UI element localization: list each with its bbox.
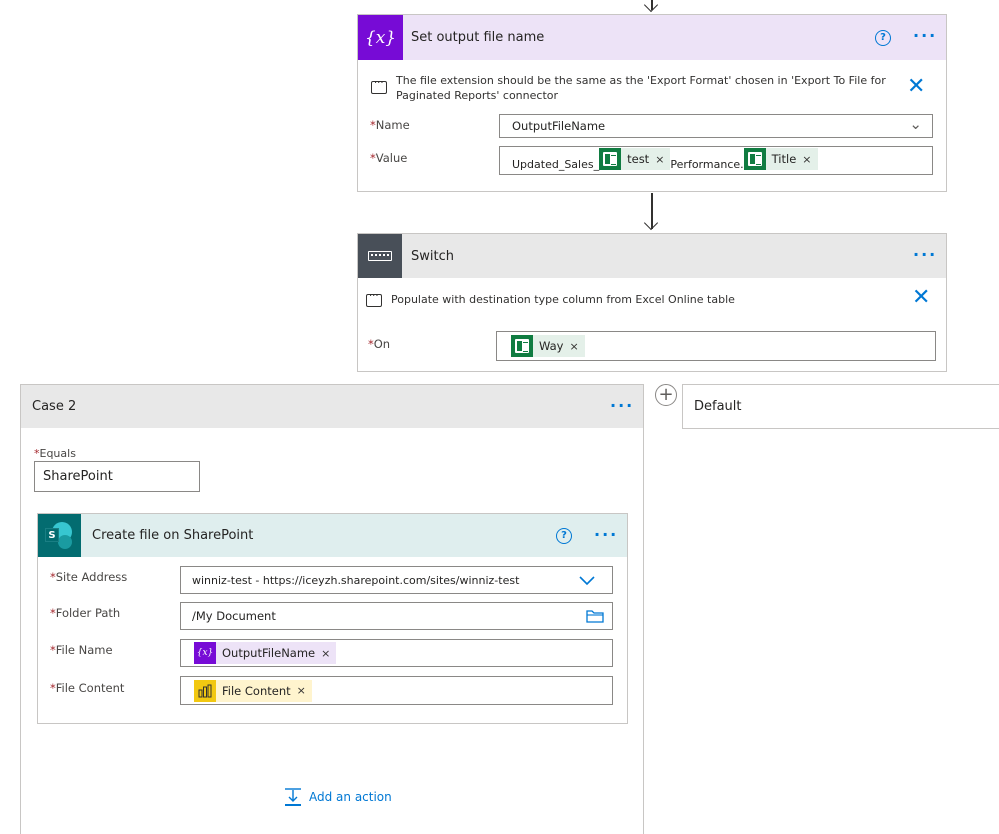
variable-icon-text: {x}: [364, 27, 397, 48]
file-name-label: *File Name: [50, 643, 113, 657]
add-action-button[interactable]: Add an action: [283, 787, 392, 807]
on-field[interactable]: Way ×: [496, 331, 936, 361]
comment-text: The file extension should be the same as…: [396, 74, 886, 102]
excel-icon: [511, 335, 533, 357]
chevron-down-icon: ⌄: [909, 115, 922, 133]
comment-icon: [371, 78, 387, 94]
excel-icon: [599, 148, 622, 170]
value-field[interactable]: Updated_Sales_ test × Performance. Title…: [499, 146, 933, 175]
remove-token-icon[interactable]: ×: [655, 153, 664, 166]
case-2-header[interactable]: Case 2: [21, 385, 643, 428]
name-label: *Name: [370, 118, 410, 132]
default-case-title: Default: [694, 399, 742, 414]
remove-token-icon[interactable]: ×: [570, 340, 579, 353]
excel-icon: [743, 148, 766, 170]
set-variable-title: Set output file name: [411, 30, 545, 45]
case-2-title: Case 2: [32, 399, 77, 414]
token-title[interactable]: Title ×: [743, 148, 818, 170]
variable-icon: {x}: [358, 15, 403, 60]
variable-icon: {x}: [194, 642, 216, 664]
token-test[interactable]: test ×: [599, 148, 671, 170]
name-dropdown[interactable]: OutputFileName ⌄: [499, 114, 933, 138]
site-address-value: winniz-test - https://iceyzh.sharepoint.…: [192, 573, 520, 587]
add-action-icon: [285, 788, 301, 806]
chevron-down-icon: [579, 576, 595, 586]
site-address-dropdown[interactable]: winniz-test - https://iceyzh.sharepoint.…: [180, 566, 613, 594]
file-content-field[interactable]: File Content ×: [180, 676, 613, 705]
comment-icon: [366, 291, 382, 307]
folder-icon[interactable]: [586, 609, 604, 623]
switch-header[interactable]: Switch: [358, 234, 946, 278]
value-middle-text: Performance.: [670, 158, 744, 171]
site-address-label: *Site Address: [50, 570, 128, 584]
value-label: *Value: [370, 151, 408, 165]
more-options-icon[interactable]: ···: [610, 398, 634, 414]
token-file-content-label: File Content: [222, 683, 291, 698]
more-options-icon[interactable]: ···: [913, 247, 937, 263]
plus-icon: +: [658, 384, 674, 405]
remove-token-icon[interactable]: ×: [297, 684, 306, 697]
value-prefix-text: Updated_Sales_: [512, 158, 600, 171]
token-file-content[interactable]: File Content ×: [194, 679, 312, 702]
token-way-label: Way: [539, 339, 564, 353]
sharepoint-title: Create file on SharePoint: [92, 528, 254, 543]
add-action-label: Add an action: [309, 790, 392, 804]
equals-input[interactable]: SharePoint: [34, 461, 200, 492]
arrow-down-icon: [643, 0, 659, 13]
token-output-file-name-label: OutputFileName: [222, 646, 316, 660]
case-2-container: Case 2 ··· *Equals SharePoint S Create f…: [20, 384, 644, 834]
remove-token-icon[interactable]: ×: [321, 647, 330, 660]
default-case-card[interactable]: Default: [682, 384, 999, 429]
switch-title: Switch: [411, 248, 454, 264]
more-options-icon[interactable]: ···: [594, 527, 618, 543]
folder-path-input[interactable]: /My Document: [180, 602, 613, 630]
set-variable-card: {x} Set output file name ? ··· The file …: [357, 14, 947, 192]
switch-card: Switch ··· Populate with destination typ…: [357, 233, 947, 372]
on-label: *On: [368, 337, 391, 351]
more-options-icon[interactable]: ···: [913, 28, 937, 44]
token-way[interactable]: Way ×: [511, 335, 585, 357]
power-bi-icon: [194, 679, 216, 702]
remove-token-icon[interactable]: ×: [802, 153, 811, 166]
file-name-field[interactable]: {x} OutputFileName ×: [180, 639, 613, 667]
equals-value: SharePoint: [43, 469, 113, 484]
folder-path-label: *Folder Path: [50, 606, 121, 620]
comment-text: Populate with destination type column fr…: [391, 293, 735, 306]
add-case-button[interactable]: +: [655, 384, 677, 406]
close-comment-icon[interactable]: ✕: [912, 287, 930, 309]
sharepoint-icon: S: [38, 514, 81, 557]
sharepoint-header[interactable]: S Create file on SharePoint: [38, 514, 627, 557]
sharepoint-icon-letter: S: [48, 529, 56, 541]
folder-path-value: /My Document: [192, 609, 276, 623]
token-output-file-name[interactable]: {x} OutputFileName ×: [194, 642, 337, 664]
equals-label: *Equals: [34, 447, 76, 460]
close-comment-icon[interactable]: ✕: [907, 76, 925, 98]
token-test-label: test: [627, 152, 650, 166]
switch-icon: [358, 234, 402, 278]
sharepoint-card: S Create file on SharePoint ? ··· *Site …: [37, 513, 628, 724]
set-variable-header[interactable]: {x} Set output file name: [358, 15, 946, 60]
token-title-label: Title: [771, 152, 797, 166]
file-content-label: *File Content: [50, 681, 125, 695]
name-value: OutputFileName: [512, 119, 606, 133]
arrow-down-icon: [643, 215, 659, 231]
help-icon[interactable]: ?: [556, 528, 572, 544]
help-icon[interactable]: ?: [875, 30, 891, 46]
